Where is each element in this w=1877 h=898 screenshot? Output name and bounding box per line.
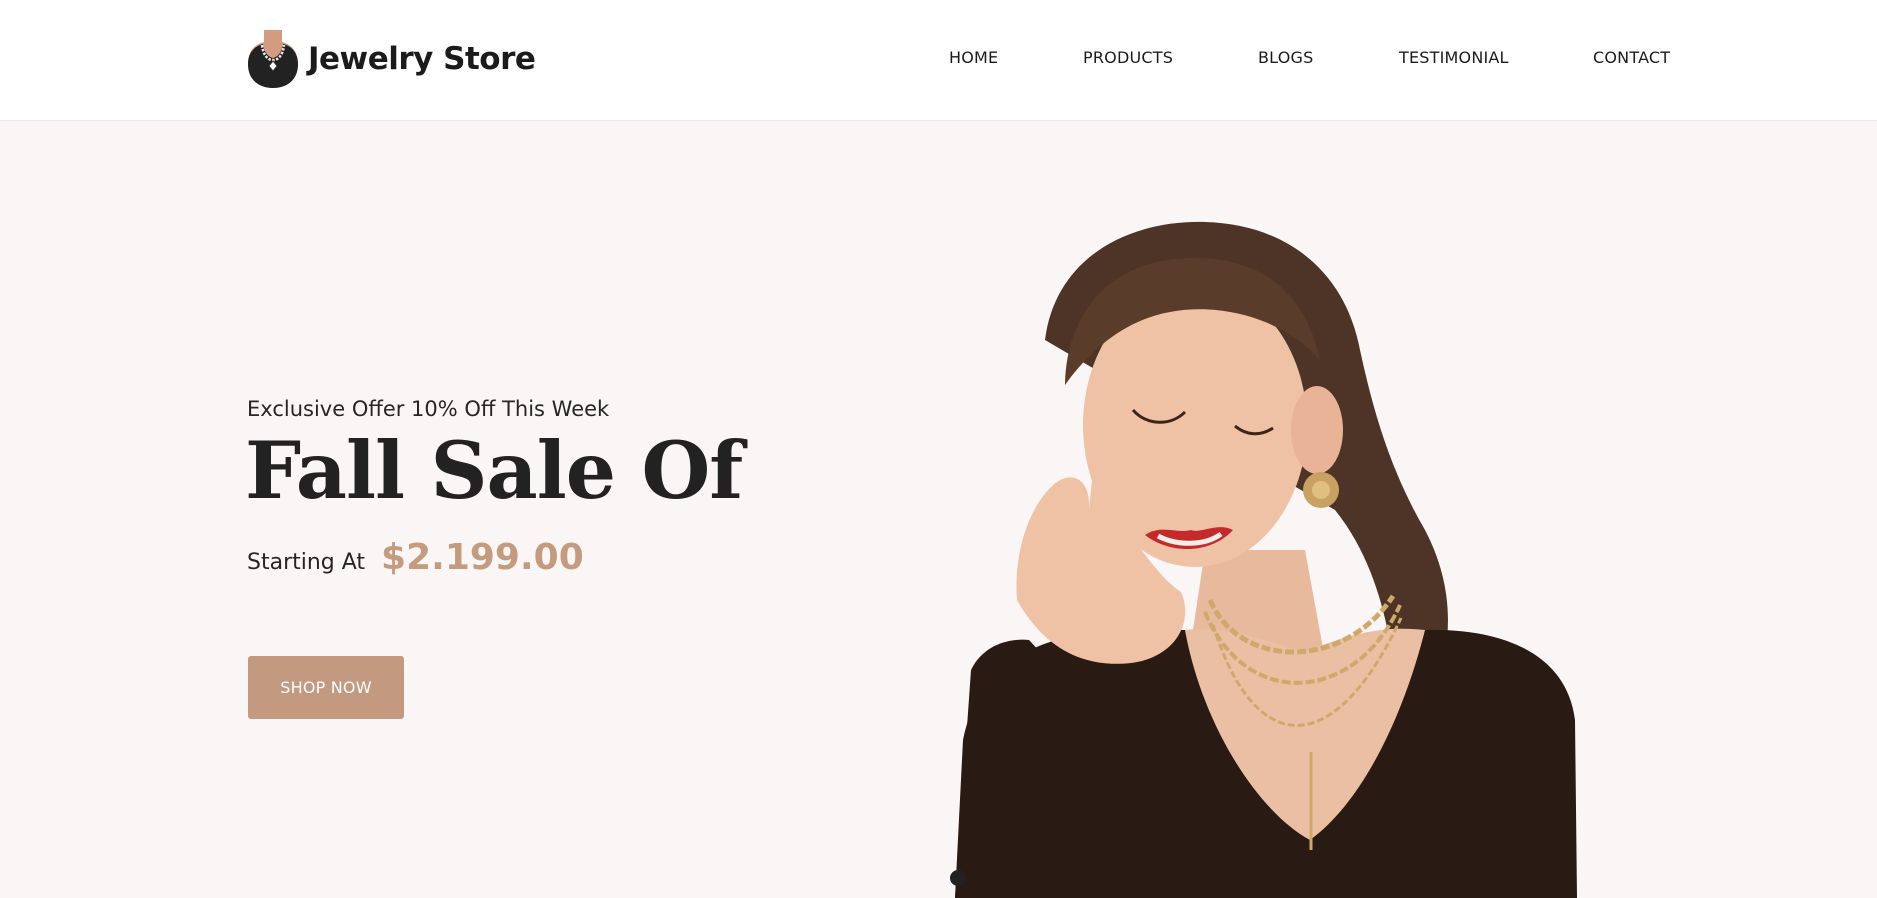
shop-now-button[interactable]: SHOP NOW [248, 656, 404, 719]
slider-dot-active[interactable] [950, 870, 966, 886]
site-header: Jewelry Store HOME PRODUCTS BLOGS TESTIM… [0, 0, 1877, 121]
nav-blogs[interactable]: BLOGS [1258, 48, 1313, 67]
nav-contact[interactable]: CONTACT [1593, 48, 1670, 67]
hero-price: Starting At $2.199.00 [247, 537, 584, 578]
main-nav: HOME PRODUCTS BLOGS TESTIMONIAL CONTACT [0, 48, 1877, 72]
nav-products[interactable]: PRODUCTS [1083, 48, 1173, 67]
nav-home[interactable]: HOME [949, 48, 998, 67]
nav-testimonial[interactable]: TESTIMONIAL [1399, 48, 1509, 67]
hero-banner: Exclusive Offer 10% Off This Week Fall S… [0, 122, 1877, 898]
woman-wearing-gold-necklaces-image [955, 221, 1577, 898]
price-value: $2.199.00 [381, 537, 584, 578]
hero-headline: Fall Sale Of [245, 424, 743, 517]
hero-offer-text: Exclusive Offer 10% Off This Week [247, 397, 610, 421]
price-label: Starting At [247, 550, 366, 575]
